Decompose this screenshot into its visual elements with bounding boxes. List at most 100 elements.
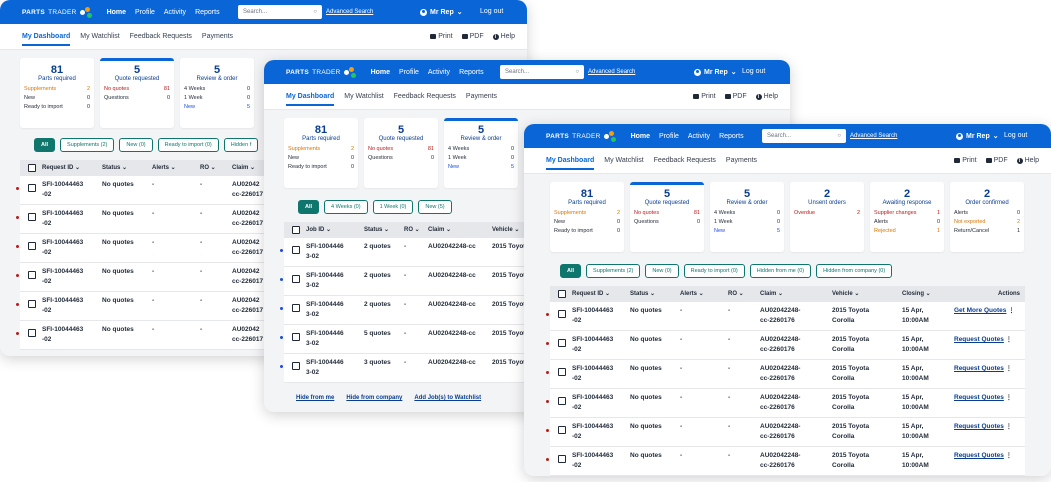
hide-from-company-link[interactable]: Hide from company [346,395,402,401]
tab-payments[interactable]: Payments [466,93,497,100]
card-unsent-orders[interactable]: 2 Unsent orders Overdue 2 [790,182,864,252]
col-claim[interactable]: Claim ⌄ [760,290,783,299]
col-alerts[interactable]: Alerts ⌄ [680,290,704,299]
row-checkbox[interactable] [292,246,300,254]
user-menu[interactable]: Mr Rep ⌄ [420,8,463,16]
col-alerts[interactable]: Alerts ⌄ [152,164,176,173]
row-checkbox[interactable] [292,275,300,283]
nav-profile[interactable]: Profile [135,9,155,16]
filter-new[interactable]: New (0) [645,264,679,278]
row-checkbox[interactable] [558,455,566,463]
user-menu[interactable]: Mr Rep ⌄ [694,68,737,76]
nav-activity[interactable]: Activity [428,69,450,76]
tab-payments[interactable]: Payments [726,157,757,164]
col-closing[interactable]: Closing ⌄ [902,290,931,299]
add-to-watchlist-link[interactable]: Add Job(s) to Watchlist [414,395,481,401]
logout-link[interactable]: Log out [480,8,503,15]
filter-hidden-from-me[interactable]: Hidden from me (0) [749,264,812,278]
tab-my-watchlist[interactable]: My Watchlist [80,33,119,40]
filter-supplements[interactable]: Supplements (2) [60,138,115,152]
col-request-id[interactable]: Request ID ⌄ [42,164,80,173]
hide-from-me-link[interactable]: Hide from me [296,395,334,401]
card-review-order[interactable]: 5 Review & order 4 Weeks 0 1 Week 0 New 5 [180,58,254,128]
more-vertical-icon[interactable]: ⋮ [1006,394,1013,401]
row-checkbox[interactable] [28,329,36,337]
card-quote-requested[interactable]: 5 Quote requested No quotes 81 Questions 0 [630,182,704,252]
row-checkbox[interactable] [28,271,36,279]
tab-feedback-requests[interactable]: Feedback Requests [130,33,192,40]
partstrader-logo[interactable]: PARTS TRADER [22,6,93,18]
row-checkbox[interactable] [28,242,36,250]
filter-all[interactable]: All [34,138,56,152]
row-checkbox[interactable] [558,339,566,347]
col-ro[interactable]: RO ⌄ [200,164,216,173]
search-icon[interactable]: ○ [313,9,317,15]
search-input[interactable]: Search... ○ [500,65,584,79]
request-quotes-link[interactable]: Request Quotes [954,365,1004,372]
partstrader-logo[interactable]: PARTS TRADER [286,66,357,78]
col-vehicle[interactable]: Vehicle ⌄ [832,290,859,299]
tab-payments[interactable]: Payments [202,33,233,40]
row-checkbox[interactable] [558,397,566,405]
pdf-button[interactable]: PDF [724,93,747,100]
col-claim[interactable]: Claim ⌄ [232,164,255,173]
nav-reports[interactable]: Reports [719,133,744,140]
tab-my-dashboard[interactable]: My Dashboard [22,33,71,46]
search-icon[interactable]: ○ [837,133,841,139]
nav-reports[interactable]: Reports [459,69,484,76]
row-checkbox[interactable] [292,304,300,312]
tab-my-dashboard[interactable]: My Dashboard [286,93,335,106]
table-row[interactable]: SFI-10044463 -02 No quotes - - AU02042248- cc-… [546,447,1025,476]
more-vertical-icon[interactable]: ⋮ [1006,423,1013,430]
tab-my-watchlist[interactable]: My Watchlist [344,93,383,100]
filter-ready-to-import[interactable]: Ready to import (0) [683,264,745,278]
tab-my-dashboard[interactable]: My Dashboard [546,157,595,170]
help-button[interactable]: i Help [492,33,515,40]
select-all-checkbox[interactable] [558,290,566,298]
more-vertical-icon[interactable]: ⋮ [1006,452,1013,459]
card-order-confirmed[interactable]: 2 Order confirmed Alerts 0 Not exported 2 … [950,182,1024,252]
help-button[interactable]: i Help [755,93,778,100]
table-row[interactable]: SFI-10044463 -02 No quotes - - AU02042248- cc-… [546,389,1025,418]
pdf-button[interactable]: PDF [985,157,1008,164]
print-button[interactable]: Print [430,33,453,40]
nav-home[interactable]: Home [107,9,126,16]
row-checkbox[interactable] [28,300,36,308]
col-vehicle[interactable]: Vehicle ⌄ [492,226,519,235]
search-input[interactable]: Search... ○ [762,129,846,143]
col-ro[interactable]: RO ⌄ [404,226,420,235]
pdf-button[interactable]: PDF [461,33,484,40]
more-vertical-icon[interactable]: ⋮ [1006,365,1013,372]
nav-profile[interactable]: Profile [399,69,419,76]
table-row[interactable]: SFI-10044463 -02 No quotes - - AU02042248- cc-… [546,418,1025,447]
tab-feedback-requests[interactable]: Feedback Requests [394,93,456,100]
card-awaiting-response[interactable]: 2 Awaiting response Supplier changes 1 Al… [870,182,944,252]
filter-1-week[interactable]: 1 Week (0) [372,200,414,214]
request-quotes-link[interactable]: Request Quotes [954,452,1004,459]
card-parts-required[interactable]: 81 Parts required Supplements 2 New 0 Read… [20,58,94,128]
nav-activity[interactable]: Activity [688,133,710,140]
request-quotes-link[interactable]: Request Quotes [954,423,1004,430]
row-checkbox[interactable] [28,184,36,192]
tab-feedback-requests[interactable]: Feedback Requests [654,157,716,164]
col-ro[interactable]: RO ⌄ [728,290,744,299]
logout-link[interactable]: Log out [742,68,765,75]
table-row[interactable]: SFI-10044463 -02 No quotes - - AU02042248- cc-… [546,302,1025,331]
filter-all[interactable]: All [298,200,320,214]
table-row[interactable]: SFI-10044463 -02 No quotes - - AU02042248- cc-… [546,360,1025,389]
nav-home[interactable]: Home [371,69,390,76]
search-icon[interactable]: ○ [575,69,579,75]
more-vertical-icon[interactable]: ⋮ [1008,307,1015,314]
nav-reports[interactable]: Reports [195,9,220,16]
row-checkbox[interactable] [558,426,566,434]
filter-all[interactable]: All [560,264,582,278]
card-review-order[interactable]: 5 Review & order 4 Weeks 0 1 Week 0 New 5 [710,182,784,252]
col-status[interactable]: Status ⌄ [364,226,389,235]
advanced-search-link[interactable]: Advanced Search [850,133,897,139]
tab-my-watchlist[interactable]: My Watchlist [604,157,643,164]
request-quotes-link[interactable]: Request Quotes [954,336,1004,343]
col-status[interactable]: Status ⌄ [102,164,127,173]
card-quote-requested[interactable]: 5 Quote requested No quotes 81 Questions 0 [100,58,174,128]
card-review-order[interactable]: 5 Review & order 4 Weeks 0 1 Week 0 New 5 [444,118,518,188]
advanced-search-link[interactable]: Advanced Search [326,9,373,15]
